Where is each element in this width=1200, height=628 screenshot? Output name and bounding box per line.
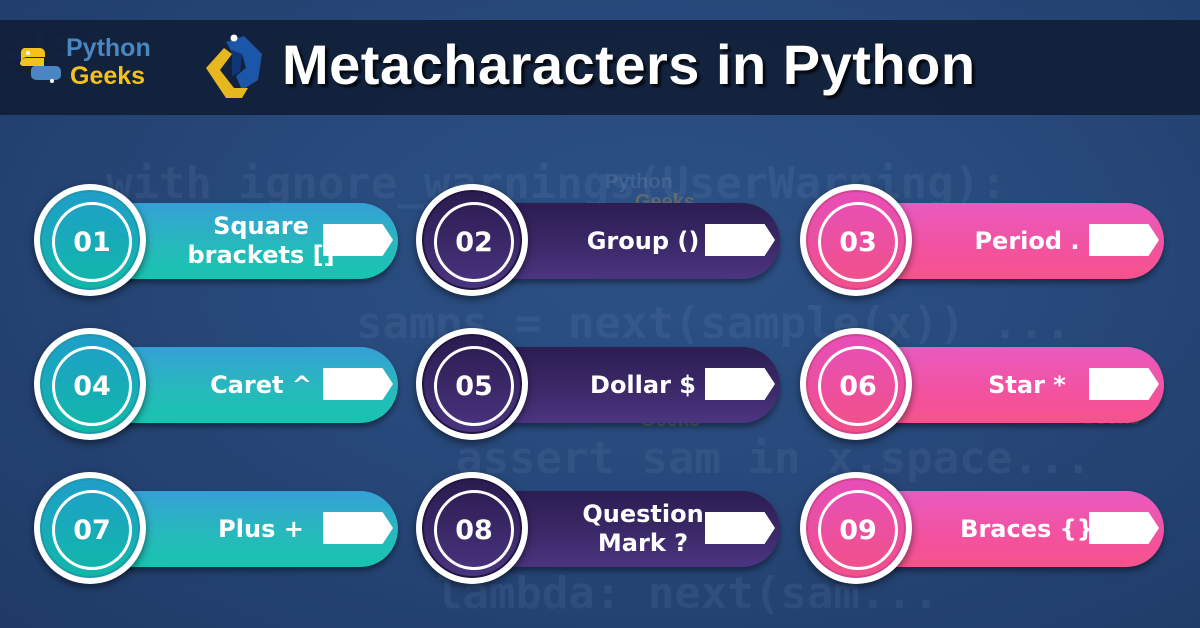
arrow-tag-icon <box>1089 512 1159 544</box>
arrow-tag-icon <box>323 512 393 544</box>
number-badge: 08 <box>416 472 528 584</box>
metachar-card-08[interactable]: Question Mark ? 08 <box>416 472 786 584</box>
card-number: 08 <box>455 514 493 546</box>
arrow-tag-icon <box>323 224 393 256</box>
pythongeeks-emblem-icon <box>206 34 262 98</box>
metachar-card-07[interactable]: Plus + 07 <box>34 472 404 584</box>
metachar-card-03[interactable]: Period . 03 <box>800 184 1170 296</box>
card-number: 07 <box>73 514 111 546</box>
card-number: 01 <box>73 226 111 258</box>
number-badge: 03 <box>800 184 912 296</box>
python-logo-icon <box>20 48 61 83</box>
number-badge: 06 <box>800 328 912 440</box>
arrow-tag-icon <box>705 368 775 400</box>
card-number: 03 <box>839 226 877 258</box>
header-banner: Python Geeks Metacharacters in Python <box>0 20 1200 115</box>
arrow-tag-icon <box>705 512 775 544</box>
arrow-tag-icon <box>1089 368 1159 400</box>
logo-text-python: Python <box>66 34 151 62</box>
metachar-card-06[interactable]: Star * 06 <box>800 328 1170 440</box>
number-badge: 09 <box>800 472 912 584</box>
card-number: 02 <box>455 226 493 258</box>
card-number: 06 <box>839 370 877 402</box>
number-badge: 07 <box>34 472 146 584</box>
pythongeeks-logo: Python Geeks <box>18 34 158 100</box>
number-badge: 05 <box>416 328 528 440</box>
metachar-card-05[interactable]: Dollar $ 05 <box>416 328 786 440</box>
arrow-tag-icon <box>1089 224 1159 256</box>
card-number: 09 <box>839 514 877 546</box>
logo-text-geeks: Geeks <box>70 62 146 90</box>
card-number: 04 <box>73 370 111 402</box>
metachar-card-01[interactable]: Square brackets [] 01 <box>34 184 404 296</box>
number-badge: 04 <box>34 328 146 440</box>
card-number: 05 <box>455 370 493 402</box>
number-badge: 01 <box>34 184 146 296</box>
metachar-card-04[interactable]: Caret ^ 04 <box>34 328 404 440</box>
metachar-card-02[interactable]: Group () 02 <box>416 184 786 296</box>
page-title: Metacharacters in Python <box>282 33 976 96</box>
arrow-tag-icon <box>705 224 775 256</box>
metachar-card-09[interactable]: Braces {} 09 <box>800 472 1170 584</box>
number-badge: 02 <box>416 184 528 296</box>
arrow-tag-icon <box>323 368 393 400</box>
